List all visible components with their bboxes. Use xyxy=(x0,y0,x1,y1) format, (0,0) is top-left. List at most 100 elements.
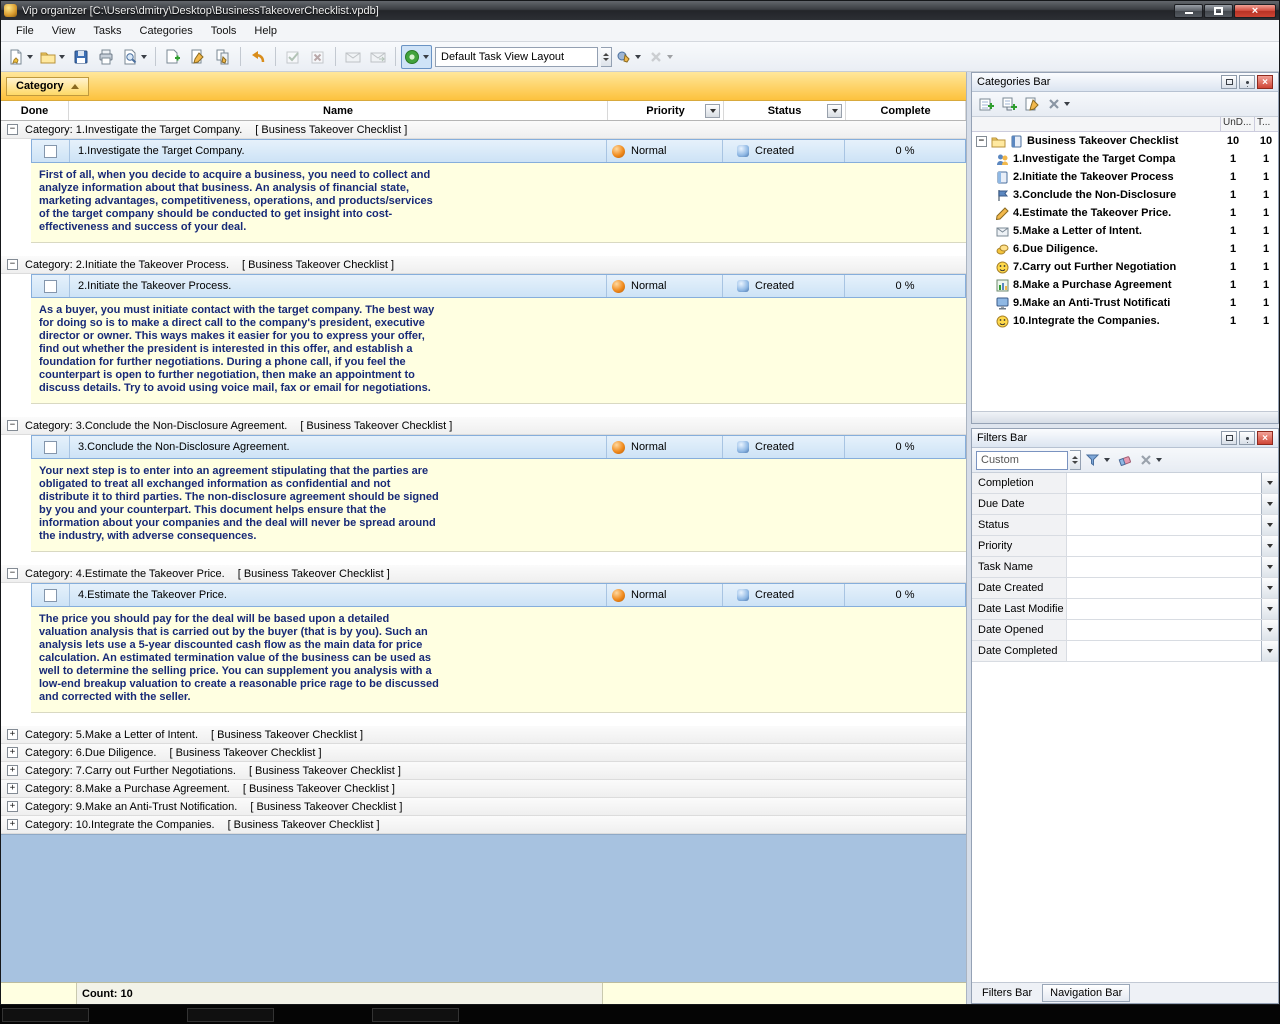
task-name-cell[interactable]: 1.Investigate the Target Company. xyxy=(70,140,607,162)
task-row[interactable]: 2.Initiate the Takeover Process. Normal … xyxy=(31,274,966,298)
tree-category-row[interactable]: 8.Make a Purchase Agreement 1 1 xyxy=(972,276,1278,294)
edit-task-button[interactable] xyxy=(186,45,210,69)
group-by-category-chip[interactable]: Category xyxy=(6,77,89,96)
complete-cell[interactable]: 0 % xyxy=(845,140,965,162)
edit-category-button[interactable] xyxy=(1022,94,1043,115)
collapse-icon[interactable]: − xyxy=(7,568,18,579)
tree-undone-column[interactable]: UnD... xyxy=(1220,117,1254,131)
category-group-header[interactable]: − Category: 1.Investigate the Target Com… xyxy=(1,121,966,139)
task-name-cell[interactable]: 2.Initiate the Takeover Process. xyxy=(70,275,607,297)
menu-view[interactable]: View xyxy=(43,22,85,40)
expand-icon[interactable]: + xyxy=(7,747,18,758)
priority-cell[interactable]: Normal xyxy=(607,584,723,606)
filter-preset-spinner[interactable] xyxy=(1070,450,1081,470)
menu-file[interactable]: File xyxy=(7,22,43,40)
tree-category-row[interactable]: 2.Initiate the Takeover Process 1 1 xyxy=(972,168,1278,186)
task-row[interactable]: 3.Conclude the Non-Disclosure Agreement.… xyxy=(31,435,966,459)
filter-dropdown-button[interactable] xyxy=(1261,473,1278,493)
done-checkbox[interactable] xyxy=(44,145,57,158)
column-status[interactable]: Status xyxy=(724,101,846,120)
pin-panel-button[interactable] xyxy=(1239,431,1255,445)
category-group-header[interactable]: − Category: 4.Estimate the Takeover Pric… xyxy=(1,565,966,583)
task-row[interactable]: 4.Estimate the Takeover Price. Normal Cr… xyxy=(31,583,966,607)
restore-panel-button[interactable] xyxy=(1221,431,1237,445)
priority-cell[interactable]: Normal xyxy=(607,436,723,458)
status-cell[interactable]: Created xyxy=(723,436,845,458)
delete-filter-button[interactable] xyxy=(1137,450,1164,471)
column-priority[interactable]: Priority xyxy=(608,101,724,120)
complete-cell[interactable]: 0 % xyxy=(845,275,965,297)
status-cell[interactable]: Created xyxy=(723,140,845,162)
restore-panel-button[interactable] xyxy=(1221,75,1237,89)
filter-value[interactable] xyxy=(1067,557,1261,577)
categories-bar-title[interactable]: Categories Bar × xyxy=(972,73,1278,92)
done-checkbox[interactable] xyxy=(44,589,57,602)
tree-category-row[interactable]: 10.Integrate the Companies. 1 1 xyxy=(972,312,1278,330)
filter-value[interactable] xyxy=(1067,599,1261,619)
tree-root-row[interactable]: − Business Takeover Checklist 10 10 xyxy=(972,132,1278,150)
delete-layout-button[interactable] xyxy=(645,45,676,69)
tree-category-row[interactable]: 4.Estimate the Takeover Price. 1 1 xyxy=(972,204,1278,222)
filter-dropdown-button[interactable] xyxy=(1261,620,1278,640)
task-row[interactable]: 1.Investigate the Target Company. Normal… xyxy=(31,139,966,163)
complete-cell[interactable]: 0 % xyxy=(845,436,965,458)
tree-category-row[interactable]: 9.Make an Anti-Trust Notificati 1 1 xyxy=(972,294,1278,312)
tree-category-row[interactable]: 7.Carry out Further Negotiation 1 1 xyxy=(972,258,1278,276)
new-category-button[interactable] xyxy=(976,94,997,115)
filter-dropdown-button[interactable] xyxy=(1261,536,1278,556)
close-panel-button[interactable]: × xyxy=(1257,75,1273,89)
task-view-layout-combo[interactable]: Default Task View Layout xyxy=(435,47,598,67)
tree-category-row[interactable]: 3.Conclude the Non-Disclosure 1 1 xyxy=(972,186,1278,204)
category-group-header-collapsed[interactable]: + Category: 6.Due Diligence. [ Business … xyxy=(1,744,966,762)
expand-icon[interactable]: + xyxy=(7,765,18,776)
filter-dropdown-button[interactable] xyxy=(1261,641,1278,661)
taskbar-window-button[interactable] xyxy=(2,1008,89,1022)
status-cell[interactable]: Created xyxy=(723,275,845,297)
tree-category-row[interactable]: 5.Make a Letter of Intent. 1 1 xyxy=(972,222,1278,240)
filter-value[interactable] xyxy=(1067,641,1261,661)
menu-categories[interactable]: Categories xyxy=(131,22,202,40)
menu-tasks[interactable]: Tasks xyxy=(84,22,130,40)
expand-icon[interactable]: + xyxy=(7,783,18,794)
close-button[interactable]: × xyxy=(1234,4,1276,18)
priority-cell[interactable]: Normal xyxy=(607,140,723,162)
column-complete[interactable]: Complete xyxy=(846,101,966,120)
maximize-button[interactable] xyxy=(1204,4,1233,18)
tree-category-row[interactable]: 6.Due Diligence. 1 1 xyxy=(972,240,1278,258)
menu-tools[interactable]: Tools xyxy=(202,22,246,40)
taskbar-window-button[interactable] xyxy=(372,1008,459,1022)
edit-layout-button[interactable] xyxy=(613,45,644,69)
print-button[interactable] xyxy=(94,45,118,69)
column-done[interactable]: Done xyxy=(1,101,69,120)
delete-category-button[interactable] xyxy=(1045,94,1072,115)
complete-cell[interactable]: 0 % xyxy=(845,584,965,606)
print-preview-button[interactable] xyxy=(119,45,150,69)
pin-panel-button[interactable] xyxy=(1239,75,1255,89)
tab-navigation-bar[interactable]: Navigation Bar xyxy=(1042,984,1130,1002)
collapse-icon[interactable]: − xyxy=(7,259,18,270)
title-bar[interactable]: Vip organizer [C:\Users\dmitry\Desktop\B… xyxy=(1,1,1279,20)
new-database-button[interactable] xyxy=(5,45,36,69)
filter-dropdown-button[interactable] xyxy=(1261,578,1278,598)
column-name[interactable]: Name xyxy=(69,101,608,120)
layout-spinner[interactable] xyxy=(601,47,612,67)
send-mail-button[interactable] xyxy=(341,45,365,69)
filter-value[interactable] xyxy=(1067,494,1261,514)
tree-name-column[interactable] xyxy=(972,117,1220,131)
tree-category-row[interactable]: 1.Investigate the Target Compa 1 1 xyxy=(972,150,1278,168)
done-checkbox[interactable] xyxy=(44,280,57,293)
filter-value[interactable] xyxy=(1067,620,1261,640)
tree-total-column[interactable]: T... xyxy=(1254,117,1278,131)
filter-dropdown-button[interactable] xyxy=(1261,599,1278,619)
filter-value[interactable] xyxy=(1067,578,1261,598)
filter-dropdown-button[interactable] xyxy=(1261,557,1278,577)
minimize-button[interactable] xyxy=(1174,4,1203,18)
close-panel-button[interactable]: × xyxy=(1257,431,1273,445)
menu-help[interactable]: Help xyxy=(245,22,286,40)
filter-value[interactable] xyxy=(1067,536,1261,556)
category-group-header-collapsed[interactable]: + Category: 9.Make an Anti-Trust Notific… xyxy=(1,798,966,816)
tab-filters-bar[interactable]: Filters Bar xyxy=(975,985,1039,1001)
status-cell[interactable]: Created xyxy=(723,584,845,606)
duplicate-task-button[interactable] xyxy=(211,45,235,69)
category-group-header-collapsed[interactable]: + Category: 5.Make a Letter of Intent. [… xyxy=(1,726,966,744)
